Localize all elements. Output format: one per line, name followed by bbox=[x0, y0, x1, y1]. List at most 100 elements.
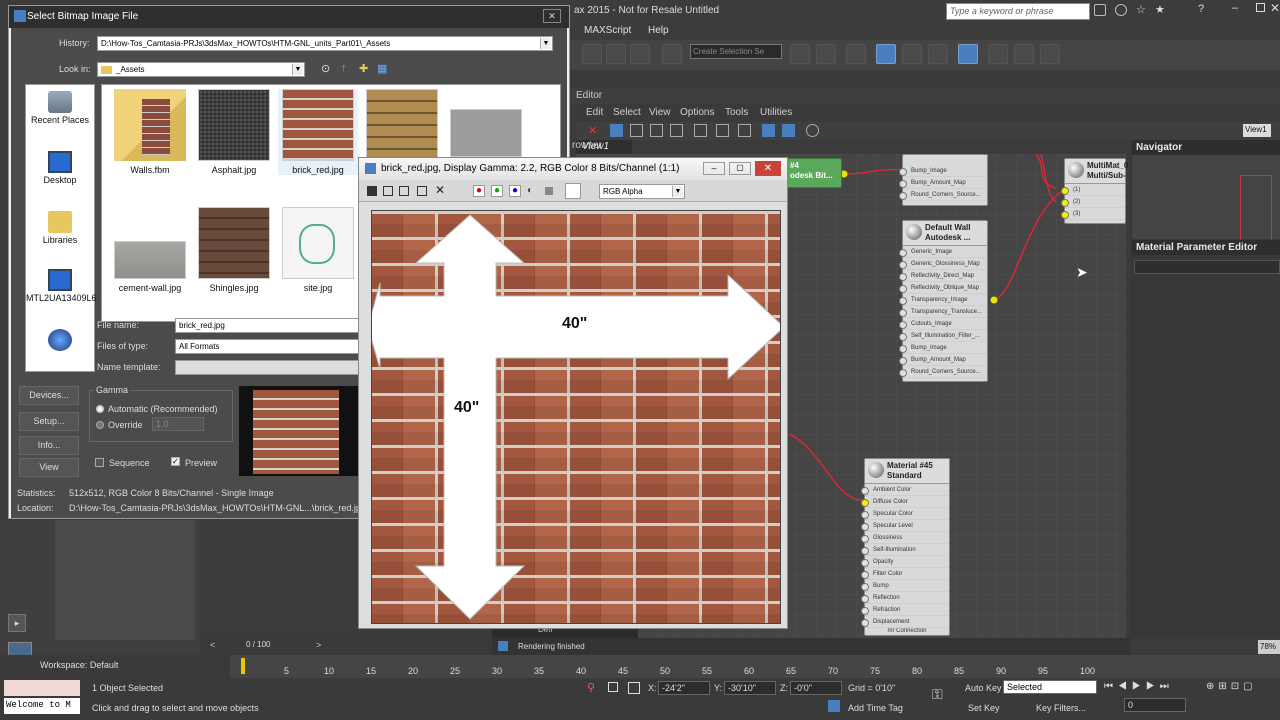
filetype-dropdown[interactable]: All Formats bbox=[175, 339, 361, 354]
chevron-down-icon[interactable]: ▼ bbox=[292, 64, 303, 75]
file-item[interactable]: Asphalt.jpg bbox=[194, 89, 274, 175]
gamma-override-radio[interactable] bbox=[96, 421, 104, 429]
navigator-view[interactable] bbox=[1132, 155, 1280, 245]
place-desktop[interactable]: Desktop bbox=[26, 151, 94, 185]
slate-menu-tools[interactable]: Tools bbox=[725, 107, 748, 118]
node-slot[interactable]: Self-Illumination bbox=[861, 544, 949, 556]
delete-icon[interactable]: ✕ bbox=[588, 124, 597, 137]
binoculars-icon[interactable] bbox=[1094, 4, 1106, 16]
default-wall-node[interactable]: Default Wall Autodesk ... Generic_Image … bbox=[899, 220, 988, 382]
node-slot[interactable]: Reflectivity_Oblique_Map bbox=[899, 282, 987, 294]
place-recent[interactable]: Recent Places bbox=[26, 91, 94, 125]
layout-children-icon[interactable] bbox=[738, 124, 751, 137]
maximize-icon[interactable] bbox=[1256, 3, 1265, 12]
red-channel-icon[interactable]: ● bbox=[473, 185, 485, 197]
slate-menu-utilities[interactable]: Utilities bbox=[760, 107, 792, 118]
node-slot[interactable]: Ambient Color bbox=[861, 484, 949, 496]
search-icon[interactable] bbox=[1115, 4, 1127, 16]
node-slot[interactable]: Filter Color bbox=[861, 568, 949, 580]
node-slot[interactable]: Bump_Image bbox=[899, 342, 987, 354]
layer-manager-icon[interactable] bbox=[846, 44, 866, 64]
selection-set-dropdown[interactable]: Create Selection Se bbox=[690, 44, 782, 59]
hide-unused-icon[interactable] bbox=[716, 124, 729, 137]
file-item[interactable]: site.jpg bbox=[278, 207, 358, 293]
file-item[interactable]: cement-wall.jpg bbox=[110, 207, 190, 293]
print-icon[interactable] bbox=[417, 186, 427, 196]
key-filters-button[interactable]: Key Filters... bbox=[1036, 703, 1086, 713]
lookin-dropdown[interactable]: _Assets ▼ bbox=[97, 62, 305, 77]
devices-button[interactable]: Devices... bbox=[19, 386, 79, 405]
spinner-snap-icon[interactable] bbox=[630, 44, 650, 64]
node-slot[interactable]: Generic_Glossiness_Map bbox=[899, 258, 987, 270]
node-slot[interactable]: Displacement bbox=[861, 616, 949, 628]
edit-named-selection-icon[interactable] bbox=[662, 44, 682, 64]
z-coordinate-field[interactable]: -0'0" bbox=[790, 681, 842, 695]
param-editor-field[interactable] bbox=[1134, 260, 1280, 274]
current-frame-field[interactable]: 0 bbox=[1124, 698, 1186, 712]
help-icon[interactable]: ? bbox=[1198, 3, 1204, 15]
mr-connection[interactable]: mr Connection bbox=[865, 628, 949, 634]
filename-input[interactable]: brick_red.jpg bbox=[175, 318, 361, 333]
channel-dropdown[interactable]: RGB Alpha ▼ bbox=[599, 184, 685, 199]
green-channel-icon[interactable]: ● bbox=[491, 185, 503, 197]
file-item[interactable]: Shingles.jpg bbox=[194, 207, 274, 293]
menu-help[interactable]: Help bbox=[648, 25, 669, 36]
setup-button[interactable]: Setup... bbox=[19, 412, 79, 431]
time-tag-icon[interactable] bbox=[828, 700, 840, 712]
playback-controls[interactable]: ⏮◀▶▶⏭ bbox=[1104, 681, 1174, 692]
slate-menu-select[interactable]: Select bbox=[613, 107, 641, 118]
place-libraries[interactable]: Libraries bbox=[26, 211, 94, 245]
viewport-area[interactable] bbox=[55, 520, 195, 640]
bitmap-node[interactable]: #4 odesk Bit... bbox=[786, 158, 842, 188]
file-item[interactable] bbox=[362, 89, 442, 165]
node-slot[interactable]: Refraction bbox=[861, 604, 949, 616]
node-slot[interactable]: Bump_Amount_Map bbox=[899, 354, 987, 366]
key-icon[interactable]: ⚿ bbox=[932, 686, 943, 703]
show-map-icon[interactable] bbox=[762, 124, 775, 137]
view-menu-icon[interactable]: ▦ bbox=[377, 62, 387, 75]
expand-icon[interactable]: ▸ bbox=[8, 614, 26, 632]
show-background-icon[interactable] bbox=[782, 124, 795, 137]
node-slot[interactable]: Self_Illumination_Filter_... bbox=[899, 330, 987, 342]
auto-key-button[interactable]: Auto Key bbox=[965, 683, 1002, 693]
node-slot[interactable]: (2) bbox=[1061, 196, 1125, 208]
maximize-icon[interactable]: ▢ bbox=[729, 162, 751, 175]
viewport-nav-icons[interactable]: ⊕⊞⊡▢ bbox=[1206, 681, 1257, 692]
slate-menu-options[interactable]: Options bbox=[680, 107, 714, 118]
navigator-frame[interactable] bbox=[1240, 175, 1272, 245]
graphite-ribbon-icon[interactable] bbox=[876, 44, 896, 64]
workspace-dropdown[interactable]: Workspace: Default bbox=[40, 660, 164, 674]
node-slot[interactable]: Specular Color bbox=[861, 508, 949, 520]
node-slot[interactable]: Transparency_Image bbox=[899, 294, 987, 306]
render-teapot-icon[interactable] bbox=[1040, 44, 1060, 64]
node-slot[interactable]: Reflection bbox=[861, 592, 949, 604]
node-slot[interactable]: Opacity bbox=[861, 556, 949, 568]
node-slot[interactable]: Generic_Image bbox=[899, 246, 987, 258]
node-slot[interactable]: Round_Corners_Source... bbox=[899, 189, 987, 201]
history-dropdown[interactable]: D:\How-Tos_Camtasia-PRJs\3dsMax_HOWTOs\H… bbox=[97, 36, 553, 51]
place-network[interactable] bbox=[26, 329, 94, 353]
absolute-mode-icon[interactable] bbox=[628, 682, 640, 694]
minimize-icon[interactable]: – bbox=[1232, 2, 1238, 14]
zoom-icon[interactable] bbox=[806, 124, 819, 137]
alpha-channel-icon[interactable]: ◐ bbox=[527, 185, 537, 197]
material45-node[interactable]: Material #45 Standard Ambient Color Diff… bbox=[861, 458, 950, 636]
file-item[interactable]: Walls.fbm bbox=[110, 89, 190, 175]
maxscript-listener-pink[interactable] bbox=[4, 680, 80, 696]
align-icon[interactable] bbox=[816, 44, 836, 64]
assign-material-icon[interactable] bbox=[630, 124, 643, 137]
upper-material-node[interactable]: Bump_Image Bump_Amount_Map Round_Corners… bbox=[899, 154, 988, 206]
node-slot[interactable]: Round_Corners_Source... bbox=[899, 366, 987, 378]
node-slot[interactable]: Bump bbox=[861, 580, 949, 592]
menu-maxscript[interactable]: MAXScript bbox=[584, 25, 631, 36]
blue-channel-icon[interactable]: ● bbox=[509, 185, 521, 197]
multimat-node[interactable]: MultiMat_0 Multi/Sub- (1) (2) (3) bbox=[1061, 158, 1128, 224]
minimize-icon[interactable]: – bbox=[703, 162, 725, 175]
select-link-icon[interactable] bbox=[582, 44, 602, 64]
next-frame-icon[interactable]: > bbox=[316, 640, 321, 650]
mirror-icon[interactable] bbox=[790, 44, 810, 64]
node-slot[interactable]: Glossiness bbox=[861, 532, 949, 544]
mono-icon[interactable] bbox=[545, 187, 553, 195]
preview-checkbox[interactable]: ✓ bbox=[171, 457, 180, 466]
file-item-selected[interactable]: brick_red.jpg bbox=[278, 89, 358, 175]
